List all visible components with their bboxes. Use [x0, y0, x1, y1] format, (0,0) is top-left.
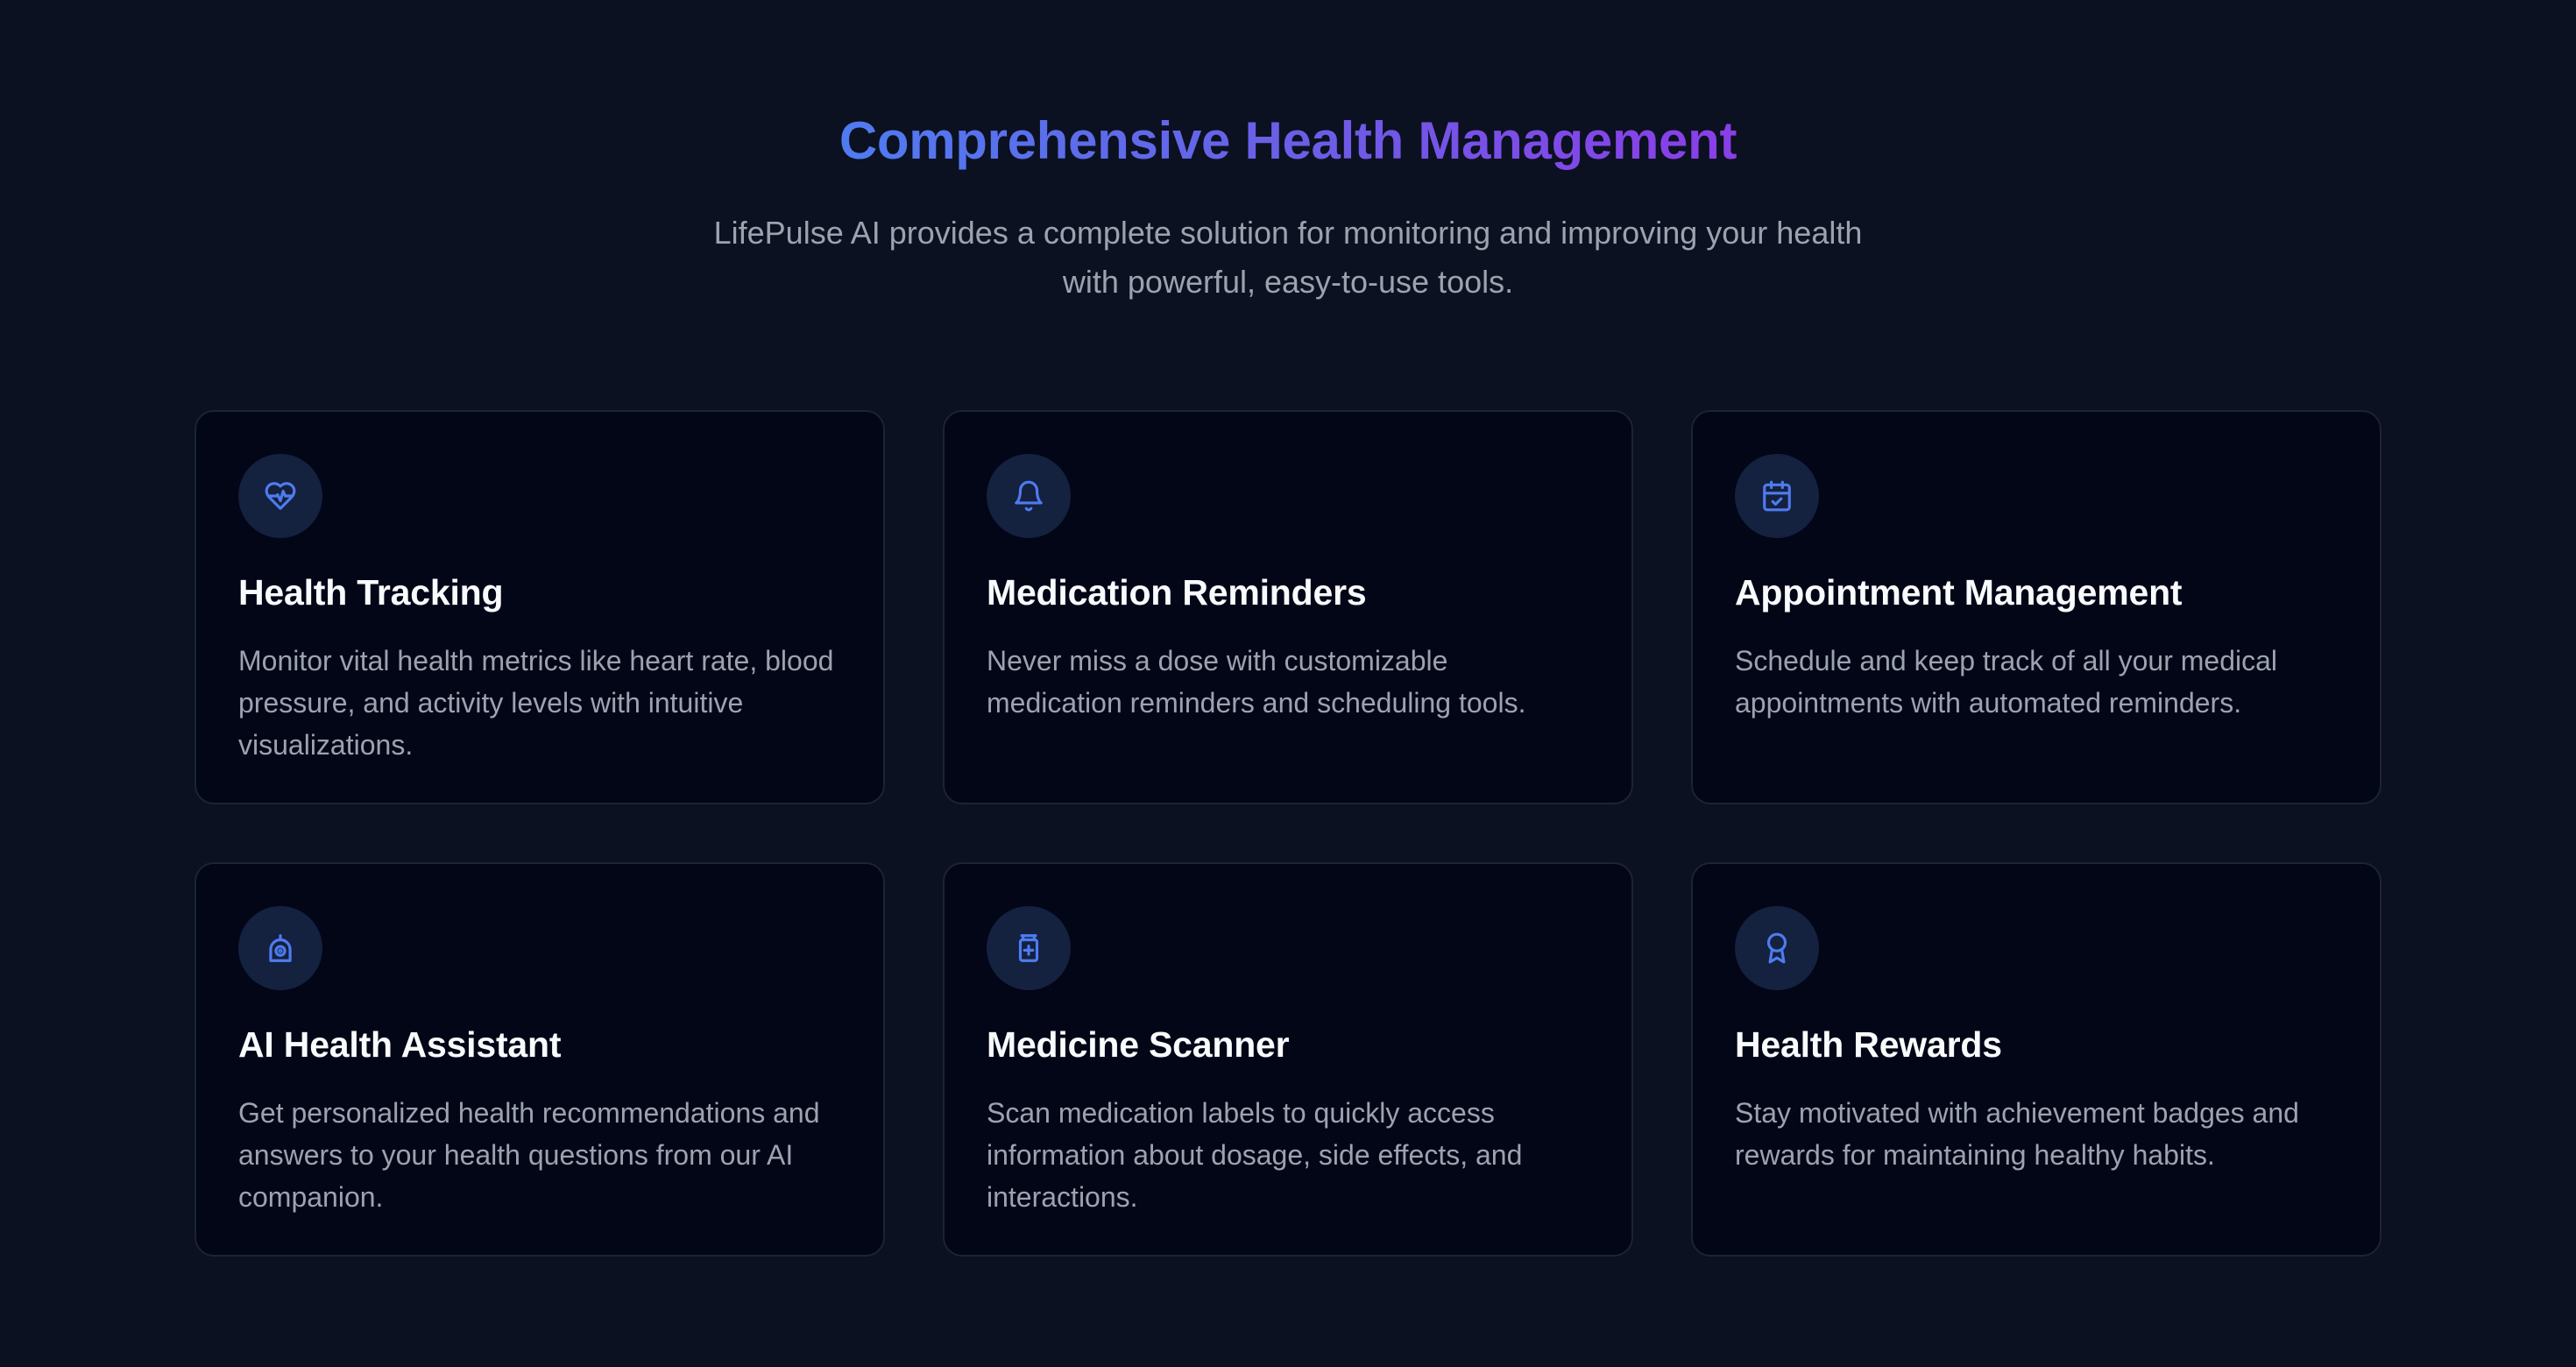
medicine-bottle-icon: [987, 906, 1071, 990]
feature-card-medicine-scanner: Medicine Scanner Scan medication labels …: [943, 862, 1633, 1257]
feature-description: Monitor vital health metrics like heart …: [238, 645, 834, 761]
feature-title: AI Health Assistant: [238, 1024, 562, 1065]
feature-card-ai-health-assistant: AI Health Assistant Get personalized hea…: [195, 862, 885, 1257]
calendar-check-icon: [1735, 454, 1819, 538]
feature-description: Get personalized health recommendations …: [238, 1097, 820, 1213]
award-ribbon-icon: [1735, 906, 1819, 990]
feature-title: Medicine Scanner: [987, 1024, 1290, 1065]
feature-title: Medication Reminders: [987, 572, 1367, 613]
feature-description: Scan medication labels to quickly access…: [987, 1097, 1523, 1213]
section-title: Comprehensive Health Management: [839, 103, 1737, 179]
section-subtitle: LifePulse AI provides a complete solutio…: [713, 215, 1863, 300]
feature-card-health-rewards: Health Rewards Stay motivated with achie…: [1691, 862, 2381, 1257]
feature-description: Schedule and keep track of all your medi…: [1735, 645, 2278, 719]
feature-card-medication-reminders: Medication Reminders Never miss a dose w…: [943, 410, 1633, 804]
feature-grid: Health Tracking Monitor vital health met…: [195, 410, 2381, 1257]
feature-title: Appointment Management: [1735, 572, 2183, 613]
bell-icon: [987, 454, 1071, 538]
heart-pulse-icon: [238, 454, 322, 538]
feature-description: Never miss a dose with customizable medi…: [987, 645, 1526, 719]
feature-title: Health Rewards: [1735, 1024, 2002, 1065]
feature-description: Stay motivated with achievement badges a…: [1735, 1097, 2299, 1171]
robot-assistant-icon: [238, 906, 322, 990]
features-section: Comprehensive Health Management LifePuls…: [0, 0, 2576, 1367]
feature-card-appointment-management: Appointment Management Schedule and keep…: [1691, 410, 2381, 804]
feature-title: Health Tracking: [238, 572, 504, 613]
section-header: Comprehensive Health Management LifePuls…: [0, 103, 2576, 307]
feature-card-health-tracking: Health Tracking Monitor vital health met…: [195, 410, 885, 804]
